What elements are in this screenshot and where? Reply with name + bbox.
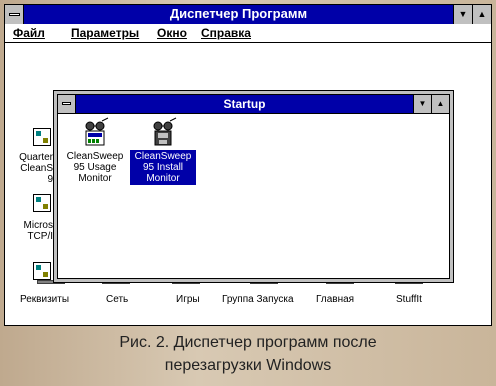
- group-label-quarterdeck[interactable]: Quarter CleanS 9: [5, 152, 53, 185]
- program-group-icon[interactable]: [33, 128, 51, 146]
- window-title: Диспетчер Программ: [169, 6, 308, 21]
- system-menu-icon[interactable]: [5, 5, 24, 24]
- cleansweep-icon: [148, 117, 178, 147]
- group-label-stuffit[interactable]: StuffIt: [396, 294, 422, 305]
- minimize-icon[interactable]: ▼: [413, 95, 431, 113]
- startup-title: Startup: [223, 97, 266, 111]
- group-label-network[interactable]: Сеть: [106, 294, 128, 305]
- minimize-icon[interactable]: ▼: [453, 5, 472, 24]
- startup-title-bar[interactable]: Startup ▼ ▲: [58, 95, 449, 114]
- program-group-icon[interactable]: [33, 262, 51, 280]
- group-label-accessories[interactable]: Реквизиты: [20, 294, 69, 305]
- menu-file[interactable]: Файл: [13, 26, 45, 40]
- menu-bar: Файл Параметры Окно Справка: [5, 24, 491, 43]
- program-item-install-monitor[interactable]: CleanSweep 95 Install Monitor: [130, 117, 196, 185]
- maximize-icon[interactable]: ▲: [431, 95, 449, 113]
- system-menu-icon[interactable]: [58, 95, 76, 113]
- figure-caption: Рис. 2. Диспетчер программ после перезаг…: [119, 334, 377, 374]
- group-label-main[interactable]: Главная: [316, 294, 354, 305]
- group-label-tcpip[interactable]: Micros TCP/I: [5, 220, 53, 242]
- menu-options[interactable]: Параметры: [71, 26, 139, 40]
- title-bar[interactable]: Диспетчер Программ ▼ ▲: [5, 5, 491, 25]
- cleansweep-icon: [80, 117, 110, 147]
- menu-window[interactable]: Окно: [157, 26, 187, 40]
- program-item-usage-monitor[interactable]: CleanSweep 95 Usage Monitor: [62, 117, 128, 185]
- startup-window: Startup ▼ ▲ CleanSweep 95 Usage Monitor: [53, 90, 454, 283]
- maximize-icon[interactable]: ▲: [472, 5, 491, 24]
- group-label-startup[interactable]: Группа Запуска: [222, 294, 294, 305]
- program-label: CleanSweep 95 Usage Monitor: [66, 151, 124, 184]
- program-group-icon[interactable]: [33, 194, 51, 212]
- group-label-games[interactable]: Игры: [176, 294, 200, 305]
- menu-help[interactable]: Справка: [201, 26, 251, 40]
- program-label: CleanSweep 95 Install Monitor: [130, 150, 196, 185]
